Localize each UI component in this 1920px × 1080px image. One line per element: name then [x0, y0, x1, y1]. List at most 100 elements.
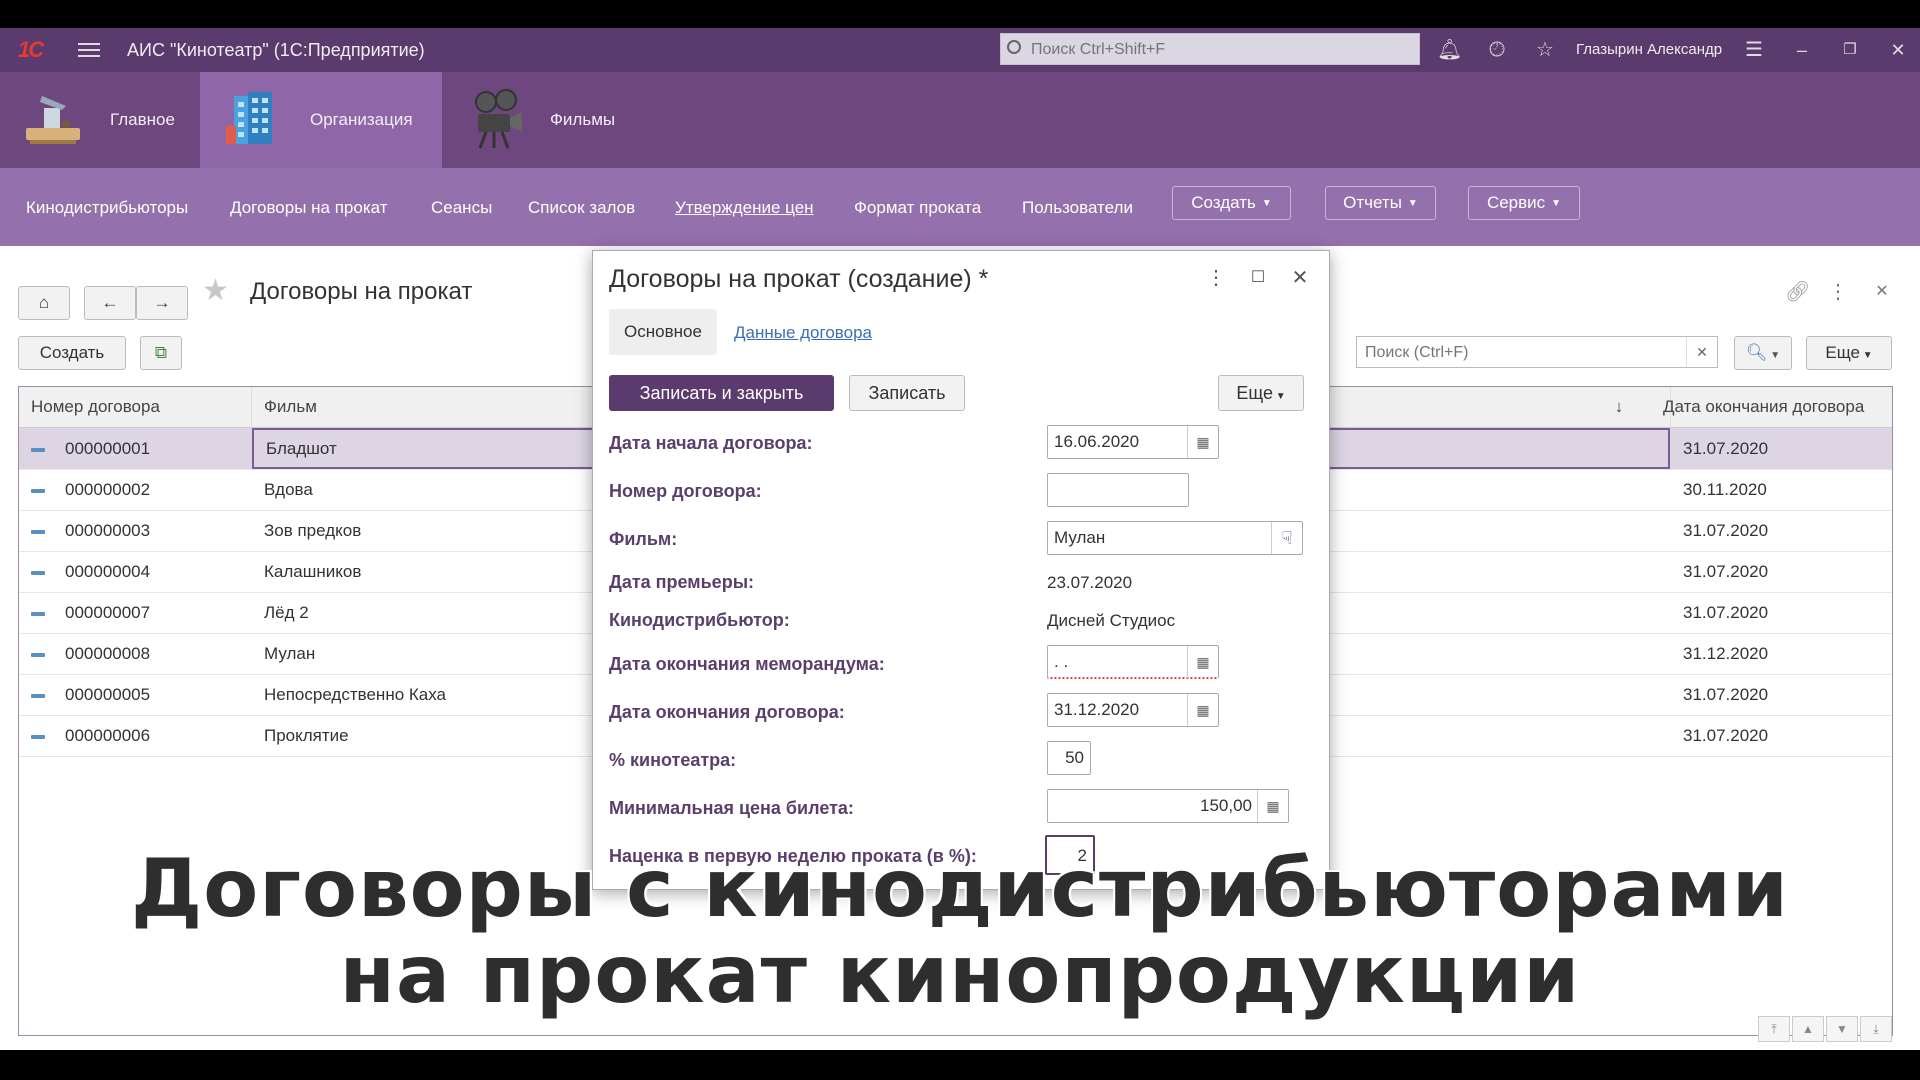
distributor-value: Дисней Студиос: [1047, 611, 1176, 630]
more-vertical-icon[interactable]: ⋮: [1203, 265, 1229, 291]
cell-end-date: 31.07.2020: [1683, 439, 1769, 458]
scroll-to-bottom-icon[interactable]: ⤓: [1860, 1016, 1892, 1042]
tab-main[interactable]: Основное: [609, 309, 717, 355]
min-ticket-price-field[interactable]: 150,00 ▦: [1047, 789, 1289, 823]
user-name[interactable]: Глазырин Александр: [1576, 41, 1722, 58]
close-window-icon[interactable]: ✕: [1886, 38, 1910, 62]
caret-down-icon: ▼: [1551, 197, 1562, 209]
close-form-icon[interactable]: ✕: [1870, 280, 1894, 304]
minimize-icon[interactable]: –: [1790, 38, 1814, 62]
forward-button[interactable]: →: [136, 286, 188, 320]
app-window: 1С АИС "Кинотеатр" (1С:Предприятие) 🔔︎ 🕘…: [0, 28, 1920, 1050]
contract-end-date-field[interactable]: 31.12.2020 ▦: [1047, 693, 1219, 727]
cell-end-date: 30.11.2020: [1683, 480, 1767, 499]
nav-service-button[interactable]: Сервис ▼: [1468, 186, 1580, 220]
save-and-close-button[interactable]: Записать и закрыть: [609, 375, 834, 411]
dialog-more-button[interactable]: Еще ▼: [1218, 375, 1304, 411]
restore-icon[interactable]: ❐: [1838, 38, 1862, 62]
global-search[interactable]: [1000, 33, 1420, 65]
search-button[interactable]: 🔍︎ ▼: [1734, 336, 1792, 370]
memo-end-date-field[interactable]: . . ▦: [1047, 645, 1219, 679]
cell-number: 000000001: [19, 428, 252, 469]
field-label-distributor: Кинодистрибьютор:: [609, 610, 790, 630]
nav-link-halls[interactable]: Список залов: [528, 198, 635, 218]
contract-number-field[interactable]: [1047, 473, 1189, 507]
star-icon[interactable]: ☆: [1533, 38, 1557, 62]
cell-number: 000000002: [19, 469, 252, 510]
list-more-button[interactable]: Еще ▼: [1806, 336, 1892, 370]
settings-menu-icon[interactable]: ☰: [1742, 38, 1766, 62]
nav-create-button[interactable]: Создать ▼: [1172, 186, 1291, 220]
field-label-memo-end: Дата окончания меморандума:: [609, 654, 885, 674]
app-title: АИС "Кинотеатр" (1С:Предприятие): [127, 40, 425, 60]
cell-end-date: 31.12.2020: [1683, 644, 1769, 663]
cell-number: 000000005: [19, 674, 252, 715]
caret-down-icon: ▼: [1272, 391, 1286, 402]
calendar-icon[interactable]: ▦: [1187, 426, 1218, 458]
nav-link-distributors[interactable]: Кинодистрибьюторы: [26, 198, 188, 218]
calendar-icon[interactable]: ▦: [1187, 694, 1218, 726]
nav-create-label: Создать: [1191, 193, 1256, 212]
cell-number: 000000008: [19, 633, 252, 674]
scroll-up-icon[interactable]: ▲: [1792, 1016, 1824, 1042]
favorite-star-icon[interactable]: ★: [202, 276, 229, 306]
section-films[interactable]: Фильмы: [442, 72, 642, 168]
section-label: Организация: [310, 110, 413, 129]
select-from-list-icon[interactable]: ☟: [1271, 522, 1302, 554]
dialog-title: Договоры на прокат (создание) *: [609, 265, 989, 293]
section-main[interactable]: Главное: [0, 72, 200, 168]
nav-link-sessions[interactable]: Сеансы: [431, 198, 492, 218]
hamburger-menu-icon[interactable]: [78, 40, 100, 60]
nav-reports-button[interactable]: Отчеты ▼: [1325, 186, 1436, 220]
field-label-cinema-pct: % кинотеатра:: [609, 750, 737, 770]
bell-icon[interactable]: 🔔︎: [1437, 38, 1462, 62]
history-icon[interactable]: 🕘︎: [1485, 38, 1509, 62]
start-date-field[interactable]: 16.06.2020 ▦: [1047, 425, 1219, 459]
document-icon: [31, 529, 45, 534]
scroll-down-icon[interactable]: ▼: [1826, 1016, 1858, 1042]
cell-number-text: 000000004: [65, 562, 151, 581]
list-search-input[interactable]: [1363, 341, 1677, 365]
contract-end-value: 31.12.2020: [1054, 700, 1140, 719]
section-nav-bar: Кинодистрибьюторы Договоры на прокат Сеа…: [0, 168, 1920, 246]
caret-down-icon: ▼: [1767, 350, 1781, 361]
save-button[interactable]: Записать: [849, 375, 965, 411]
dialog-more-label: Еще: [1236, 383, 1273, 403]
tab-contract-data[interactable]: Данные договора: [734, 323, 872, 343]
scroll-to-top-icon[interactable]: ⤒: [1758, 1016, 1790, 1042]
nav-link-users[interactable]: Пользователи: [1022, 198, 1133, 218]
cell-end-date: 31.07.2020: [1683, 521, 1769, 540]
document-icon: [31, 611, 45, 616]
nav-link-format[interactable]: Формат проката: [854, 198, 981, 218]
nav-link-price-approval[interactable]: Утверждение цен: [675, 198, 814, 218]
nav-service-label: Сервис: [1486, 193, 1546, 212]
clear-search-icon[interactable]: ✕: [1686, 337, 1717, 367]
film-field[interactable]: Мулан ☟: [1047, 521, 1303, 555]
more-vertical-icon[interactable]: ⋮: [1826, 280, 1850, 304]
column-header-number[interactable]: Номер договора: [19, 387, 252, 427]
home-button[interactable]: ⌂: [18, 286, 70, 320]
sections-panel: Главное Организация Фильмы: [0, 72, 1920, 168]
field-label-film: Фильм:: [609, 529, 678, 549]
calendar-icon[interactable]: ▦: [1187, 646, 1218, 678]
close-dialog-icon[interactable]: ✕: [1287, 265, 1313, 291]
section-label: Главное: [110, 110, 175, 129]
calculator-icon[interactable]: ▦: [1257, 790, 1288, 822]
back-button[interactable]: ←: [84, 286, 136, 320]
sort-arrow-down-icon[interactable]: ↓: [1599, 387, 1639, 427]
list-search[interactable]: ✕: [1356, 336, 1718, 368]
cinema-percent-field[interactable]: 50: [1047, 741, 1091, 775]
building-icon: [226, 92, 272, 144]
nav-link-contracts[interactable]: Договоры на прокат: [230, 198, 388, 218]
memo-end-value: . .: [1054, 652, 1069, 671]
maximize-icon[interactable]: ☐: [1245, 265, 1271, 291]
list-create-button[interactable]: Создать: [18, 336, 126, 370]
cell-end-date: 31.07.2020: [1683, 603, 1769, 622]
column-header-end-date[interactable]: Дата окончания договора: [1651, 387, 1892, 427]
caret-down-icon: ▼: [1859, 350, 1873, 361]
link-icon[interactable]: 🔗︎: [1785, 280, 1810, 304]
section-organization[interactable]: Организация: [200, 72, 442, 168]
global-search-input[interactable]: [1029, 37, 1413, 63]
title-bar: 1С АИС "Кинотеатр" (1С:Предприятие) 🔔︎ 🕘…: [0, 28, 1920, 72]
copy-document-icon[interactable]: ⧉: [140, 336, 182, 370]
